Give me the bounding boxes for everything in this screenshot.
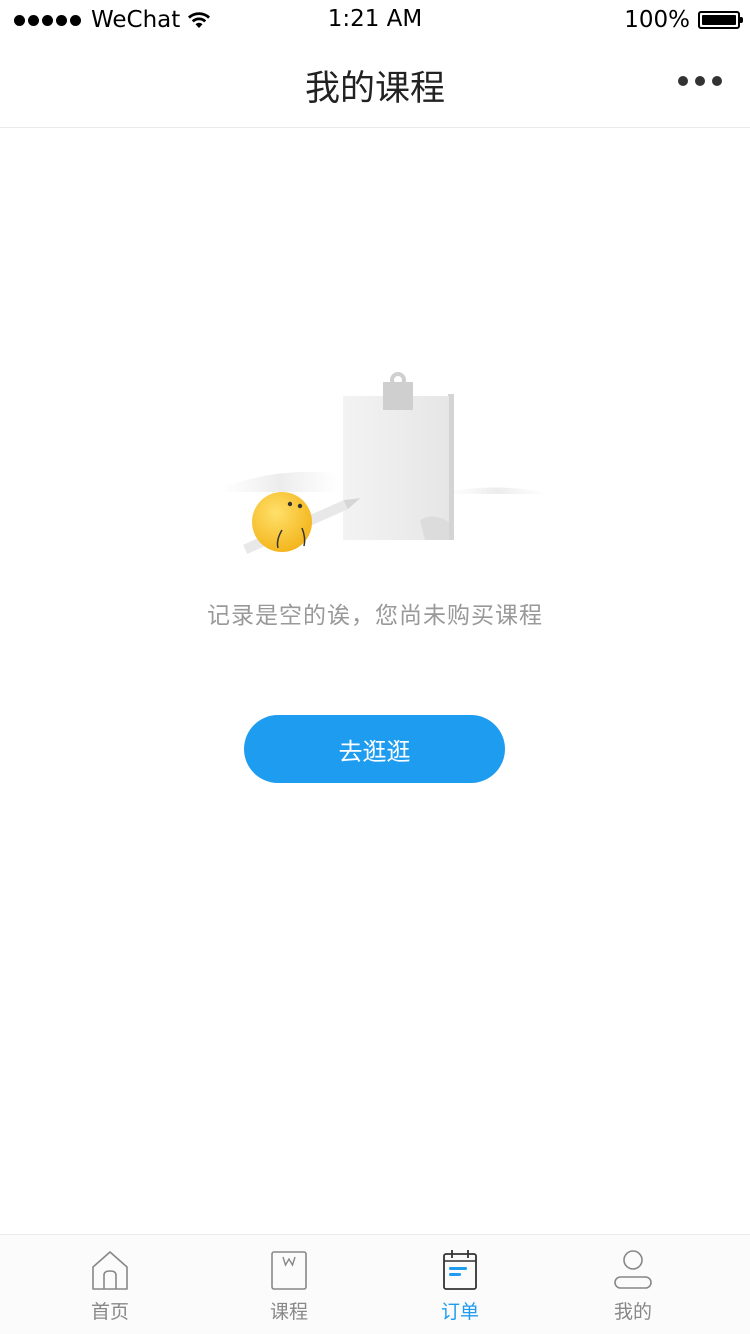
empty-state-message: 记录是空的诶，您尚未购买课程 (207, 603, 543, 629)
browse-button[interactable]: 去逛逛 (244, 715, 505, 783)
tab-courses[interactable]: 课程 (229, 1235, 349, 1334)
navigation-bar: 我的课程 (0, 40, 750, 128)
order-notepad-icon (443, 1250, 477, 1290)
course-book-icon (271, 1251, 307, 1290)
tab-orders[interactable]: 订单 (400, 1235, 520, 1334)
empty-clipboard-illustration (220, 372, 550, 554)
status-bar: WeChat 1:21 AM 100% (0, 0, 750, 40)
screen: WeChat 1:21 AM 100% 我的课程 记录是空的诶，您尚未购买课程 … (0, 0, 750, 1334)
tab-orders-label: 订单 (440, 1301, 479, 1323)
tab-courses-label: 课程 (269, 1301, 308, 1323)
profile-user-icon (614, 1250, 652, 1289)
battery-icon (698, 11, 743, 29)
status-right: 100% (624, 6, 743, 34)
page-title: 我的课程 (304, 69, 445, 109)
more-dots-icon[interactable] (678, 76, 722, 86)
tab-profile-label: 我的 (613, 1301, 652, 1323)
tab-home[interactable]: 首页 (50, 1235, 170, 1334)
tab-profile[interactable]: 我的 (573, 1235, 693, 1334)
tab-bar: 首页 课程 订单 我的 (0, 1234, 750, 1334)
battery-percentage: 100% (624, 7, 690, 33)
home-icon (92, 1251, 128, 1290)
tab-home-label: 首页 (90, 1301, 129, 1323)
